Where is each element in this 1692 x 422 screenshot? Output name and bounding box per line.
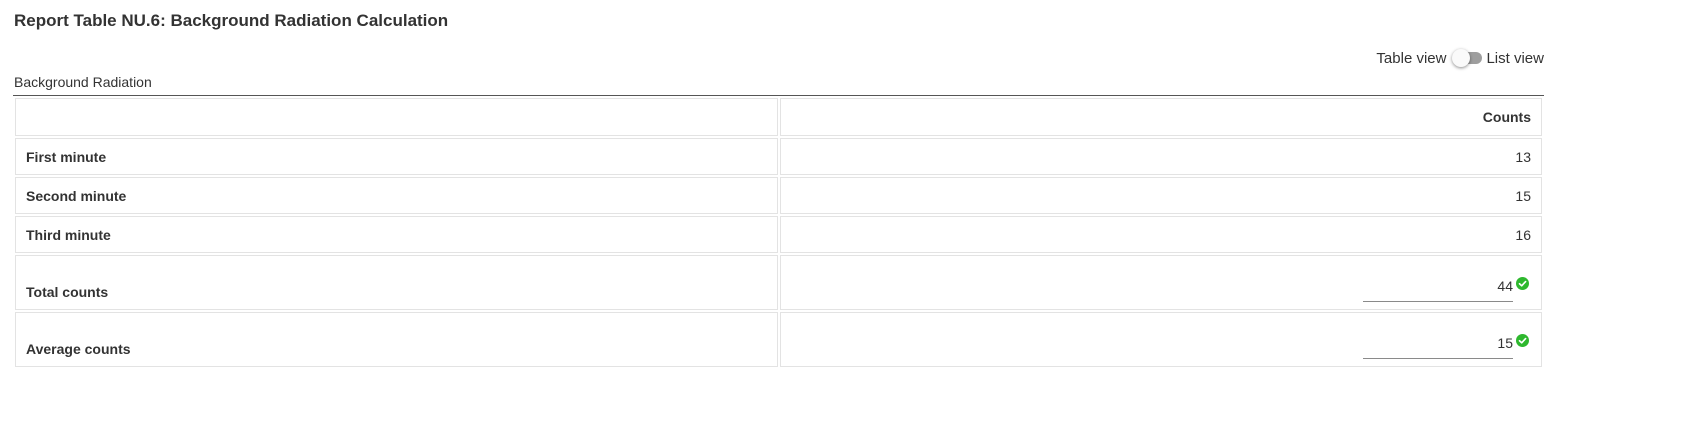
- view-toggle-knob: [1452, 49, 1471, 67]
- table-row-second-minute: Second minute 15: [15, 177, 1542, 214]
- total-counts-input[interactable]: [1363, 270, 1513, 302]
- row-label: Second minute: [15, 177, 778, 214]
- page-title: Report Table NU.6: Background Radiation …: [14, 11, 449, 30]
- check-circle-icon: [1516, 334, 1529, 347]
- list-view-label[interactable]: List view: [1486, 50, 1544, 67]
- average-counts-cell: [780, 312, 1542, 367]
- header-counts-cell: Counts: [780, 98, 1542, 136]
- table-row-total-counts: Total counts: [15, 255, 1542, 310]
- row-value: 16: [780, 216, 1542, 253]
- table-row-first-minute: First minute 13: [15, 138, 1542, 175]
- row-label: Average counts: [15, 312, 778, 367]
- view-toggle: Table view List view: [1376, 49, 1544, 67]
- average-counts-input[interactable]: [1363, 327, 1513, 359]
- total-counts-cell: [780, 255, 1542, 310]
- header-label-cell: [15, 98, 778, 136]
- table-header-row: Counts: [15, 98, 1542, 136]
- section-label: Background Radiation: [14, 74, 152, 90]
- row-value: 13: [780, 138, 1542, 175]
- row-label: Third minute: [15, 216, 778, 253]
- view-toggle-switch[interactable]: [1452, 49, 1483, 67]
- background-radiation-table: Counts First minute 13 Second minute 15 …: [13, 96, 1544, 369]
- table-row-third-minute: Third minute 16: [15, 216, 1542, 253]
- table-row-average-counts: Average counts: [15, 312, 1542, 367]
- row-value: 15: [780, 177, 1542, 214]
- row-label: Total counts: [15, 255, 778, 310]
- check-circle-icon: [1516, 277, 1529, 290]
- row-label: First minute: [15, 138, 778, 175]
- table-view-label[interactable]: Table view: [1376, 50, 1446, 67]
